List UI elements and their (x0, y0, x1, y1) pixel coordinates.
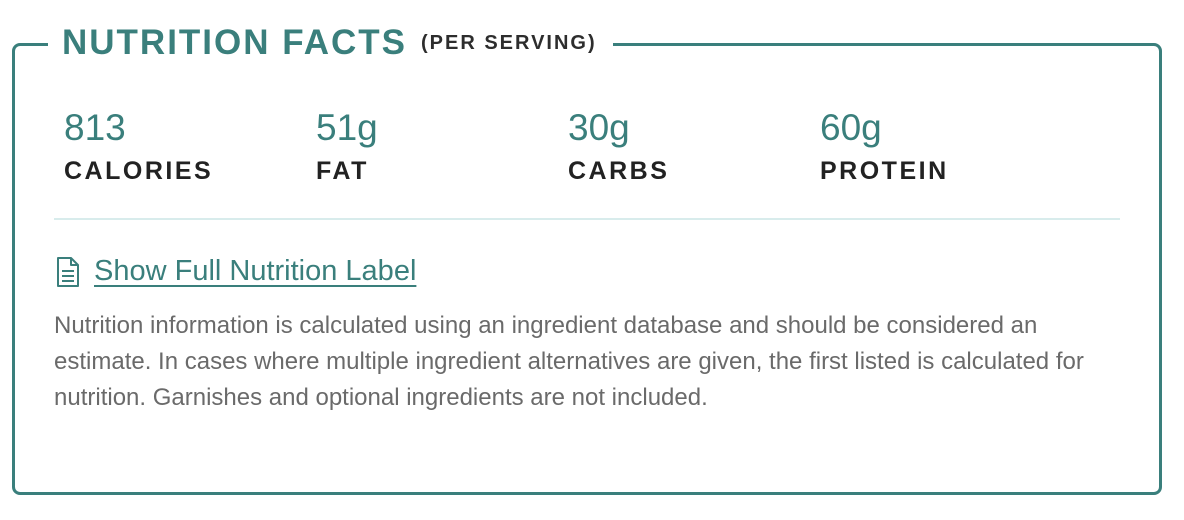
stat-value: 30g (568, 107, 630, 148)
panel-subtitle: (PER SERVING) (420, 31, 597, 54)
panel-title: NUTRITION FACTS (62, 23, 407, 62)
stat-protein: 60g PROTEIN (820, 108, 949, 186)
stat-value: 813 (64, 107, 126, 148)
stat-calories: 813 CALORIES (64, 108, 213, 186)
show-full-nutrition-label-link[interactable]: Show Full Nutrition Label (94, 255, 416, 288)
full-nutrition-label-link-row[interactable]: Show Full Nutrition Label (56, 255, 416, 288)
document-icon (57, 256, 79, 287)
stat-fat: 51g FAT (316, 108, 378, 186)
stat-label: CALORIES (64, 157, 214, 185)
divider (54, 218, 1120, 220)
stat-label: FAT (316, 157, 369, 185)
stat-value: 60g (820, 107, 882, 148)
nutrition-disclaimer: Nutrition information is calculated usin… (54, 312, 1084, 411)
panel-header: NUTRITION FACTS (PER SERVING) (48, 18, 613, 68)
stat-label: CARBS (568, 157, 670, 185)
stat-carbs: 30g CARBS (568, 108, 669, 186)
stat-label: PROTEIN (820, 157, 949, 185)
stat-value: 51g (316, 107, 378, 148)
